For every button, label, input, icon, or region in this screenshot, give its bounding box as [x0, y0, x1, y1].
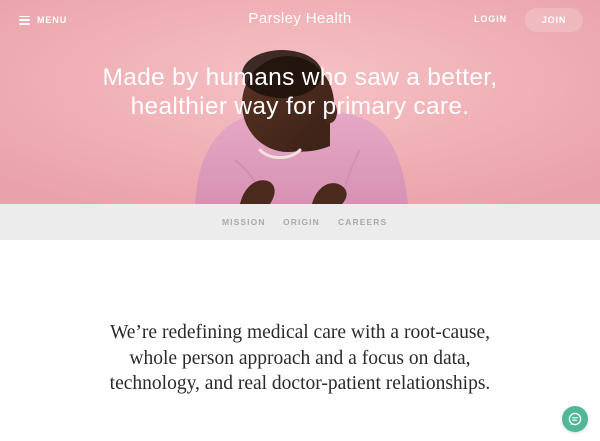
- brand-logo: Parsley Health: [0, 10, 600, 27]
- brand-link[interactable]: Parsley Health: [248, 10, 351, 27]
- menu-button[interactable]: MENU: [19, 12, 67, 28]
- hamburger-icon: [19, 15, 30, 25]
- subnav-mission[interactable]: MISSION: [222, 217, 266, 227]
- hero-headline: Made by humans who saw a better, healthi…: [102, 64, 498, 120]
- subnav-careers[interactable]: CAREERS: [338, 217, 387, 227]
- login-link[interactable]: LOGIN: [474, 14, 507, 24]
- chat-button[interactable]: [562, 406, 588, 432]
- menu-label: MENU: [37, 15, 68, 25]
- hero: MENU Parsley Health LOGIN JOIN Made by h…: [0, 0, 600, 204]
- chat-bubble-icon: [568, 412, 582, 426]
- section-subnav: MISSION ORIGIN CAREERS: [0, 204, 600, 240]
- join-button[interactable]: JOIN: [525, 8, 583, 32]
- top-navigation: MENU Parsley Health LOGIN JOIN: [0, 0, 600, 40]
- mission-statement: We’re redefining medical care with a roo…: [109, 322, 491, 394]
- subnav-origin[interactable]: ORIGIN: [283, 217, 320, 227]
